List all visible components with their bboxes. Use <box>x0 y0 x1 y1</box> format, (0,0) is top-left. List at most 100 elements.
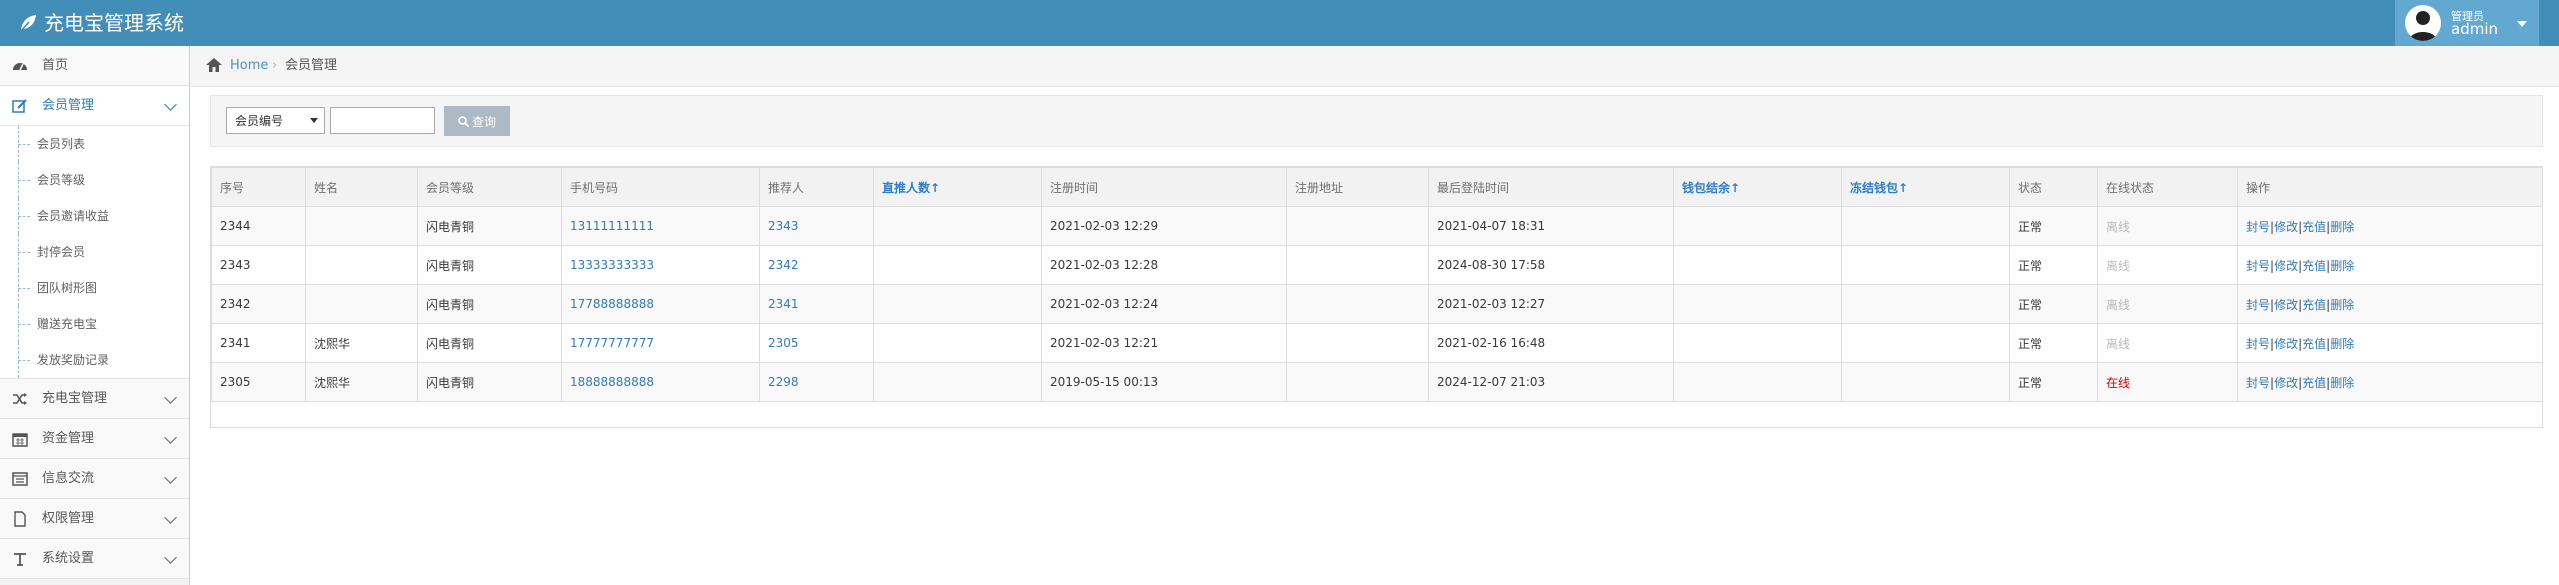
sidebar-item-label: 系统设置 <box>42 551 95 566</box>
breadcrumb-home-link[interactable]: Home <box>230 46 268 86</box>
cell-online-status: 离线 <box>2097 323 2238 363</box>
ban-link[interactable]: 封号 <box>2246 220 2270 234</box>
cell-id: 2341 <box>211 323 306 363</box>
member-table-container: 序号 姓名 会员等级 手机号码 推荐人 直推人数↑ 注册时间 注册地址 最后登陆… <box>210 166 2543 428</box>
edit-icon <box>12 99 27 113</box>
cell-direct-count <box>873 362 1042 402</box>
recharge-link[interactable]: 充值 <box>2302 337 2326 351</box>
search-button[interactable]: 查询 <box>444 106 510 136</box>
ban-link[interactable]: 封号 <box>2246 259 2270 273</box>
sidebar-item-home[interactable]: 首页 <box>0 46 189 86</box>
sidebar-item-system-settings[interactable]: 系统设置 <box>0 539 189 579</box>
search-input[interactable] <box>330 107 435 134</box>
cell-reg-address <box>1286 284 1429 324</box>
cell-reg-time: 2021-02-03 12:24 <box>1041 284 1287 324</box>
delete-link[interactable]: 删除 <box>2330 220 2354 234</box>
cell-phone-link[interactable]: 17777777777 <box>570 336 654 350</box>
column-header-wallet-sort[interactable]: 钱包结余↑ <box>1673 167 1842 207</box>
cell-reg-time: 2019-05-15 00:13 <box>1041 362 1287 402</box>
cell-actions: 封号|修改|充值|删除 <box>2237 362 2543 402</box>
delete-link[interactable]: 删除 <box>2330 298 2354 312</box>
ban-link[interactable]: 封号 <box>2246 376 2270 390</box>
cell-last-login: 2021-02-03 12:27 <box>1428 284 1674 324</box>
breadcrumb-current: 会员管理 <box>285 58 338 73</box>
member-table: 序号 姓名 会员等级 手机号码 推荐人 直推人数↑ 注册时间 注册地址 最后登陆… <box>211 167 2543 402</box>
sidebar-item-fund-management[interactable]: 资金管理 <box>0 419 189 459</box>
ban-link[interactable]: 封号 <box>2246 298 2270 312</box>
edit-link[interactable]: 修改 <box>2274 337 2298 351</box>
cell-wallet <box>1673 323 1842 363</box>
search-field-value: 会员编号 <box>235 114 284 128</box>
submenu-item-invite-income[interactable]: 会员邀请收益 <box>0 198 189 234</box>
cell-phone-link[interactable]: 13333333333 <box>570 258 654 272</box>
sidebar-item-permissions[interactable]: 权限管理 <box>0 499 189 539</box>
cell-phone-link[interactable]: 18888888888 <box>570 375 654 389</box>
search-icon <box>458 116 470 128</box>
table-row: 2343 闪电青铜 13333333333 2342 2021-02-03 12:28 2… <box>211 245 2543 285</box>
cell-phone-link[interactable]: 13111111111 <box>570 219 654 233</box>
cell-direct-count <box>873 245 1042 285</box>
sidebar-item-label: 权限管理 <box>42 511 95 526</box>
cell-referrer-link[interactable]: 2342 <box>768 258 799 272</box>
submenu-item-reward-records[interactable]: 发放奖励记录 <box>0 342 189 378</box>
cell-referrer-link[interactable]: 2343 <box>768 219 799 233</box>
cell-direct-count <box>873 284 1042 324</box>
search-field-select[interactable]: 会员编号 <box>226 107 325 134</box>
column-header-reg-address: 注册地址 <box>1286 167 1429 207</box>
edit-link[interactable]: 修改 <box>2274 220 2298 234</box>
cell-last-login: 2024-08-30 17:58 <box>1428 245 1674 285</box>
cell-level: 闪电青铜 <box>417 323 562 363</box>
leaf-icon <box>19 14 36 33</box>
cell-reg-time: 2021-02-03 12:28 <box>1041 245 1287 285</box>
submenu-item-banned-members[interactable]: 封停会员 <box>0 234 189 270</box>
recharge-link[interactable]: 充值 <box>2302 376 2326 390</box>
sidebar-item-member-management[interactable]: 会员管理 <box>0 86 189 126</box>
column-header-reg-time: 注册时间 <box>1041 167 1287 207</box>
cell-name: 沈熙华 <box>305 362 418 402</box>
sidebar-item-label: 会员管理 <box>42 98 95 113</box>
delete-link[interactable]: 删除 <box>2330 259 2354 273</box>
chevron-down-icon <box>164 431 177 444</box>
cell-referrer: 2305 <box>759 323 874 363</box>
cell-status: 正常 <box>2009 284 2098 324</box>
submenu-item-team-tree[interactable]: 团队树形图 <box>0 270 189 306</box>
cell-online-status: 离线 <box>2097 206 2238 246</box>
cell-wallet <box>1673 245 1842 285</box>
submenu-item-member-list[interactable]: 会员列表 <box>0 126 189 162</box>
delete-link[interactable]: 删除 <box>2330 337 2354 351</box>
cell-referrer-link[interactable]: 2298 <box>768 375 799 389</box>
cell-direct-count <box>873 323 1042 363</box>
user-menu[interactable]: 管理员 admin <box>2395 0 2539 46</box>
edit-link[interactable]: 修改 <box>2274 376 2298 390</box>
column-header-frozen-sort[interactable]: 冻结钱包↑ <box>1841 167 2010 207</box>
chevron-down-icon <box>164 551 177 564</box>
recharge-link[interactable]: 充值 <box>2302 220 2326 234</box>
cell-actions: 封号|修改|充值|删除 <box>2237 206 2543 246</box>
chevron-right-icon: › <box>272 58 278 73</box>
submenu-item-gift-powerbank[interactable]: 赠送充电宝 <box>0 306 189 342</box>
sidebar: 首页 会员管理 会员列表 会员等级 会员邀请收益 封停会员 团队树形图 赠送充电… <box>0 46 190 585</box>
delete-link[interactable]: 删除 <box>2330 376 2354 390</box>
cell-referrer: 2342 <box>759 245 874 285</box>
cell-phone: 18888888888 <box>561 362 760 402</box>
column-header-online: 在线状态 <box>2097 167 2238 207</box>
cell-referrer-link[interactable]: 2341 <box>768 297 799 311</box>
ban-link[interactable]: 封号 <box>2246 337 2270 351</box>
sidebar-item-powerbank-management[interactable]: 充电宝管理 <box>0 379 189 419</box>
sidebar-item-label: 资金管理 <box>42 431 95 446</box>
recharge-link[interactable]: 充值 <box>2302 298 2326 312</box>
cell-phone-link[interactable]: 17788888888 <box>570 297 654 311</box>
edit-link[interactable]: 修改 <box>2274 259 2298 273</box>
column-header-phone: 手机号码 <box>561 167 760 207</box>
submenu-item-member-level[interactable]: 会员等级 <box>0 162 189 198</box>
cell-referrer-link[interactable]: 2305 <box>768 336 799 350</box>
search-bar: 会员编号 查询 <box>210 95 2543 147</box>
column-header-direct-count-sort[interactable]: 直推人数↑ <box>873 167 1042 207</box>
column-header-id: 序号 <box>211 167 306 207</box>
edit-link[interactable]: 修改 <box>2274 298 2298 312</box>
cell-last-login: 2021-02-16 16:48 <box>1428 323 1674 363</box>
sidebar-item-messages[interactable]: 信息交流 <box>0 459 189 499</box>
cell-frozen <box>1841 323 2010 363</box>
brand[interactable]: 充电宝管理系统 <box>18 0 184 46</box>
recharge-link[interactable]: 充值 <box>2302 259 2326 273</box>
